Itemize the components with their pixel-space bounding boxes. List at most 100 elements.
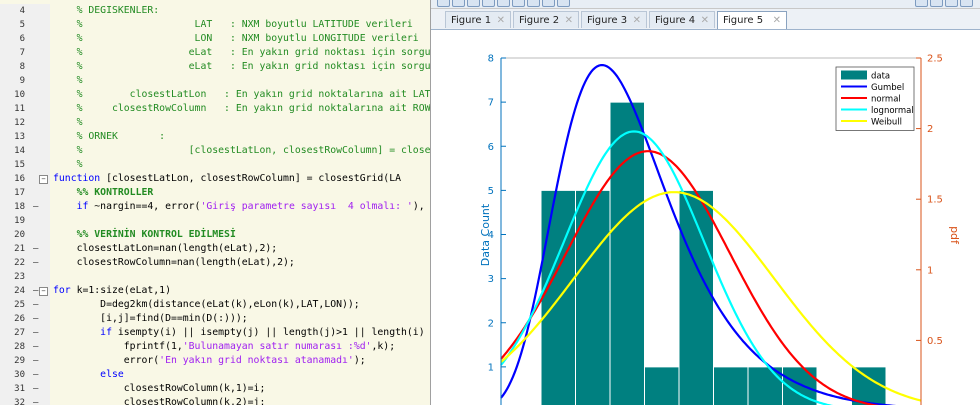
breakpoint-marker[interactable]: –: [33, 200, 38, 214]
breakpoint-marker[interactable]: –: [33, 298, 38, 312]
code-line[interactable]: 10 % closestLatLon : En yakın grid nokta…: [0, 88, 430, 102]
line-gutter[interactable]: 4: [0, 4, 50, 18]
code-line[interactable]: 5 % LAT : NXM boyutlu LATITUDE verileri: [0, 18, 430, 32]
close-icon[interactable]: ✕: [565, 12, 573, 29]
breakpoint-marker[interactable]: –: [33, 340, 38, 354]
breakpoint-marker[interactable]: –: [33, 354, 38, 368]
line-gutter[interactable]: 6: [0, 32, 50, 46]
fold-toggle-icon[interactable]: −: [39, 287, 48, 296]
line-gutter[interactable]: 27–: [0, 326, 50, 340]
open-icon[interactable]: [452, 0, 465, 7]
breakpoint-marker[interactable]: –: [33, 326, 38, 340]
code-line[interactable]: 8 % eLat : En yakın grid noktası için so…: [0, 60, 430, 74]
code-line[interactable]: 20 %% VERİNİN KONTROL EDİLMESİ: [0, 228, 430, 242]
code-editor[interactable]: 4 % DEGISKENLER: 5 % LAT : NXM boyutlu LA…: [0, 0, 430, 405]
code-line[interactable]: 28– fprintf(1,'Bulunamayan satır numaras…: [0, 340, 430, 354]
data-cursor-icon[interactable]: [557, 0, 570, 7]
line-gutter[interactable]: 21–: [0, 242, 50, 256]
breakpoint-marker[interactable]: –: [33, 382, 38, 396]
zoom-out-icon[interactable]: [512, 0, 525, 7]
line-gutter[interactable]: 31–: [0, 382, 50, 396]
code-line[interactable]: 31– closestRowColumn(k,1)=i;: [0, 382, 430, 396]
code-line[interactable]: 11 % closestRowColumn : En yakın grid no…: [0, 102, 430, 116]
zoom-in-icon[interactable]: [497, 0, 510, 7]
code-line[interactable]: 23: [0, 270, 430, 284]
close-icon[interactable]: ✕: [773, 12, 781, 29]
line-gutter[interactable]: 11: [0, 102, 50, 116]
code-line[interactable]: 12 %: [0, 116, 430, 130]
line-gutter[interactable]: 9: [0, 74, 50, 88]
line-gutter[interactable]: 16 −: [0, 172, 50, 186]
line-gutter[interactable]: 23: [0, 270, 50, 284]
code-line[interactable]: 25– D=deg2km(distance(eLat(k),eLon(k),LA…: [0, 298, 430, 312]
code-line[interactable]: 13 % ORNEK :: [0, 130, 430, 144]
tab-figure-4[interactable]: Figure 4 ✕: [649, 11, 715, 28]
tab-figure-3[interactable]: Figure 3 ✕: [581, 11, 647, 28]
histogram-bar[interactable]: [575, 189, 611, 405]
line-gutter[interactable]: 32 –: [0, 396, 50, 405]
legend-icon[interactable]: [930, 0, 943, 7]
tab-figure-2[interactable]: Figure 2 ✕: [513, 11, 579, 28]
histogram-bar[interactable]: [609, 101, 645, 405]
line-gutter[interactable]: 26–: [0, 312, 50, 326]
tab-figure-5[interactable]: Figure 5 ✕: [717, 11, 787, 29]
line-gutter[interactable]: 28–: [0, 340, 50, 354]
line-gutter[interactable]: 20: [0, 228, 50, 242]
line-gutter[interactable]: 10: [0, 88, 50, 102]
line-gutter[interactable]: 17: [0, 186, 50, 200]
histogram-plot[interactable]: 123456780.511.522.5Data Count pdfdataGumb…: [431, 30, 980, 405]
line-gutter[interactable]: 19: [0, 214, 50, 228]
line-gutter[interactable]: 13: [0, 130, 50, 144]
line-gutter[interactable]: 8: [0, 60, 50, 74]
breakpoint-marker[interactable]: –: [33, 256, 38, 270]
code-line[interactable]: 29– error('En yakın grid noktası atanama…: [0, 354, 430, 368]
close-icon[interactable]: ✕: [633, 12, 641, 29]
code-line[interactable]: 27– if isempty(i) || isempty(j) || lengt…: [0, 326, 430, 340]
rotate-icon[interactable]: [542, 0, 555, 7]
breakpoint-marker[interactable]: –: [33, 368, 38, 382]
code-line[interactable]: 14 % [closestLatLon, closestRowColumn] =…: [0, 144, 430, 158]
histogram-bar[interactable]: [713, 366, 749, 405]
code-line[interactable]: 16 − function [closestLatLon, closestRowCo…: [0, 172, 430, 186]
code-line[interactable]: 26– [i,j]=find(D==min(D(:)));: [0, 312, 430, 326]
code-line[interactable]: 30– else: [0, 368, 430, 382]
code-line[interactable]: 18– if ~nargin==4, error('Giriş parametr…: [0, 200, 430, 214]
histogram-bar[interactable]: [644, 366, 680, 405]
code-line[interactable]: 6 % LON : NXM boyutlu LONGITUDE verileri: [0, 32, 430, 46]
line-gutter[interactable]: 25–: [0, 298, 50, 312]
line-gutter[interactable]: 24– −: [0, 284, 50, 298]
fold-toggle-icon[interactable]: −: [39, 175, 48, 184]
new-figure-icon[interactable]: [437, 0, 450, 7]
line-gutter[interactable]: 30–: [0, 368, 50, 382]
line-gutter[interactable]: 29–: [0, 354, 50, 368]
close-icon[interactable]: ✕: [497, 12, 505, 29]
line-gutter[interactable]: 7: [0, 46, 50, 60]
save-icon[interactable]: [467, 0, 480, 7]
code-line[interactable]: 32 – closestRowColumn(k,2)=j;: [0, 396, 430, 405]
pan-icon[interactable]: [527, 0, 540, 7]
breakpoint-marker[interactable]: –: [33, 396, 38, 405]
print-icon[interactable]: [482, 0, 495, 7]
line-gutter[interactable]: 18–: [0, 200, 50, 214]
code-line[interactable]: 17 %% KONTROLLER: [0, 186, 430, 200]
tile-icon[interactable]: [945, 0, 958, 7]
line-gutter[interactable]: 15: [0, 158, 50, 172]
close-icon[interactable]: ✕: [701, 12, 709, 29]
breakpoint-marker[interactable]: –: [33, 242, 38, 256]
dock-icon[interactable]: [960, 0, 973, 7]
code-line[interactable]: 15 %: [0, 158, 430, 172]
code-line[interactable]: 9 %: [0, 74, 430, 88]
line-gutter[interactable]: 22–: [0, 256, 50, 270]
code-line[interactable]: 22– closestRowColumn=nan(length(eLat),2)…: [0, 256, 430, 270]
code-line[interactable]: 19: [0, 214, 430, 228]
code-line[interactable]: 7 % eLat : En yakın grid noktası için so…: [0, 46, 430, 60]
breakpoint-marker[interactable]: –: [33, 312, 38, 326]
code-line[interactable]: 24– − for k=1:size(eLat,1): [0, 284, 430, 298]
breakpoint-marker[interactable]: –: [33, 284, 38, 298]
line-gutter[interactable]: 14: [0, 144, 50, 158]
code-line[interactable]: 21– closestLatLon=nan(length(eLat),2);: [0, 242, 430, 256]
colorbar-icon[interactable]: [915, 0, 928, 7]
tab-figure-1[interactable]: Figure 1 ✕: [445, 11, 511, 28]
code-line[interactable]: 4 % DEGISKENLER:: [0, 4, 430, 18]
line-gutter[interactable]: 12: [0, 116, 50, 130]
